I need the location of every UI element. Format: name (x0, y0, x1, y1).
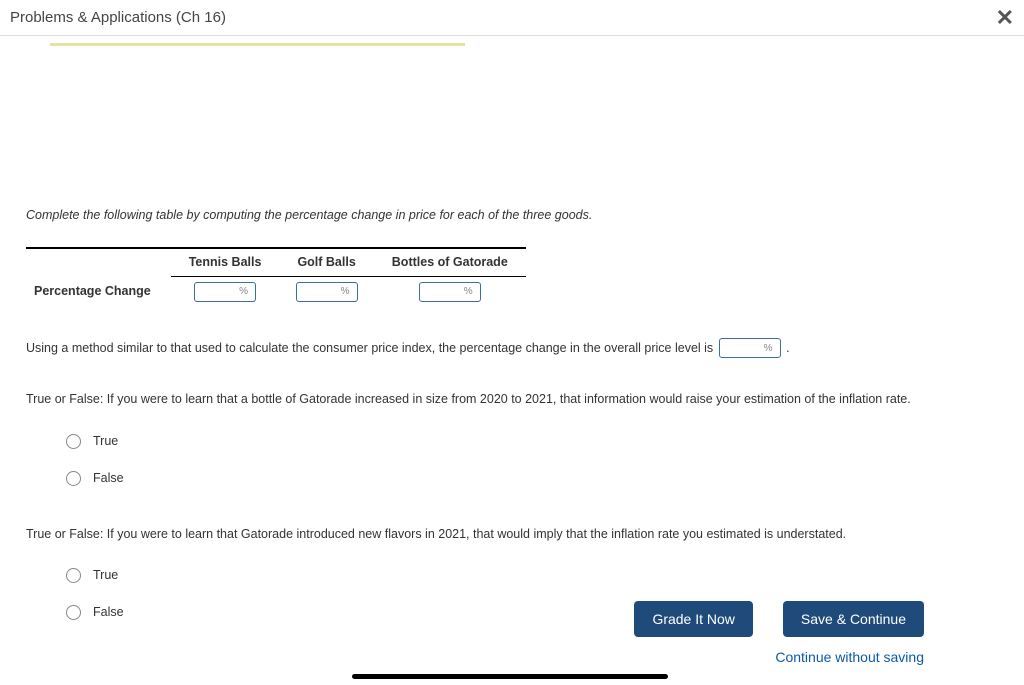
q1-option-true[interactable]: True (66, 432, 998, 451)
q1-false-label: False (93, 469, 124, 488)
percent-sign: % (239, 284, 248, 299)
tennis-pct-input[interactable] (199, 286, 237, 298)
col-header-gatorade: Bottles of Gatorade (374, 248, 526, 276)
q1-option-false[interactable]: False (66, 469, 998, 488)
home-indicator (352, 674, 668, 679)
overall-sentence: Using a method similar to that used to c… (26, 337, 998, 361)
radio-icon (66, 605, 81, 620)
radio-icon (66, 471, 81, 486)
close-icon[interactable]: ✕ (996, 7, 1014, 29)
highlight-bar (50, 43, 465, 46)
continue-without-saving-link[interactable]: Continue without saving (775, 649, 924, 665)
question-1-text: True or False: If you were to learn that… (26, 388, 998, 412)
overall-prefix: Using a method similar to that used to c… (26, 341, 713, 355)
gatorade-pct-input-wrap[interactable]: % (419, 282, 481, 302)
footer-actions: Grade It Now Save & Continue Continue wi… (634, 601, 924, 665)
header: Problems & Applications (Ch 16) ✕ (0, 0, 1024, 36)
q2-false-label: False (93, 603, 124, 622)
q2-option-true[interactable]: True (66, 566, 998, 585)
col-header-tennis: Tennis Balls (171, 248, 280, 276)
golf-pct-input[interactable] (301, 286, 339, 298)
question-2-text: True or False: If you were to learn that… (26, 523, 998, 547)
content-area: Complete the following table by computin… (0, 36, 1024, 622)
percent-sign: % (464, 284, 473, 299)
radio-icon (66, 568, 81, 583)
overall-suffix: . (786, 341, 789, 355)
row-label: Percentage Change (26, 276, 171, 307)
question-1-options: True False (66, 432, 998, 488)
gatorade-pct-input[interactable] (424, 286, 462, 298)
percent-sign: % (341, 284, 350, 299)
q2-true-label: True (93, 566, 118, 585)
percentage-table: Tennis Balls Golf Balls Bottles of Gator… (26, 247, 998, 307)
overall-pct-input[interactable] (724, 342, 762, 354)
save-continue-button[interactable]: Save & Continue (783, 601, 924, 637)
page-title: Problems & Applications (Ch 16) (10, 9, 226, 26)
radio-icon (66, 434, 81, 449)
overall-pct-input-wrap[interactable]: % (719, 338, 781, 358)
q1-true-label: True (93, 432, 118, 451)
golf-pct-input-wrap[interactable]: % (296, 282, 358, 302)
tennis-pct-input-wrap[interactable]: % (194, 282, 256, 302)
col-header-golf: Golf Balls (279, 248, 373, 276)
grade-button[interactable]: Grade It Now (634, 601, 752, 637)
instruction-text: Complete the following table by computin… (26, 206, 998, 225)
percent-sign: % (764, 339, 773, 358)
